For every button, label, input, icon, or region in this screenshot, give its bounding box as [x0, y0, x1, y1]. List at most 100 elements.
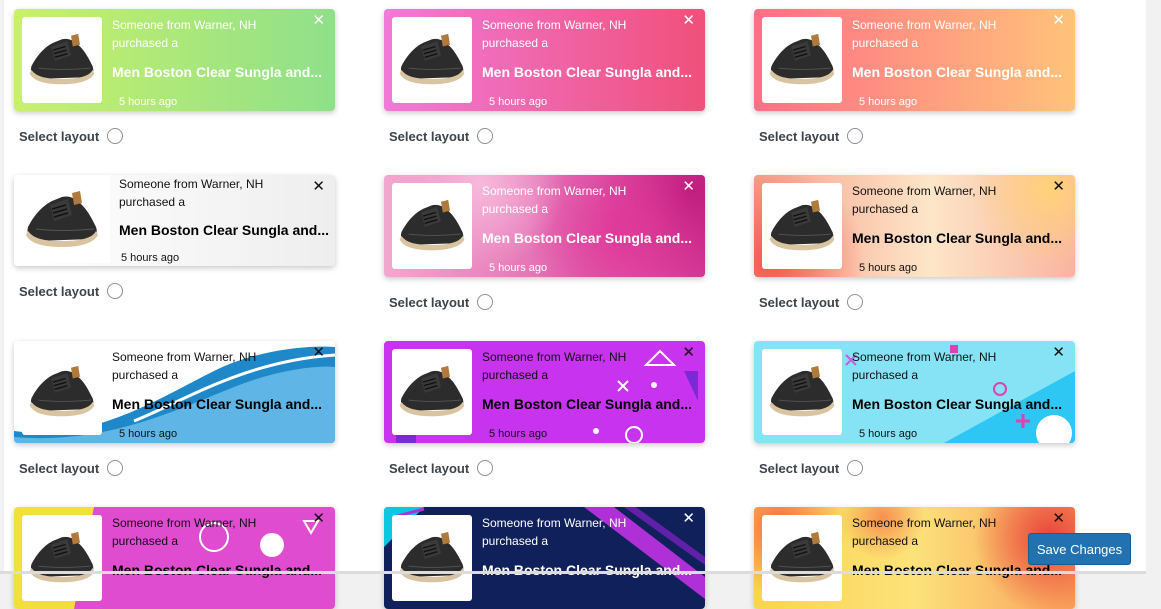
shoe-icon: [22, 185, 102, 255]
close-icon[interactable]: ✕: [312, 511, 325, 526]
purchased-text: purchased a: [852, 36, 919, 50]
select-layout-option: Select layout: [389, 460, 494, 476]
close-icon[interactable]: ✕: [312, 13, 325, 28]
close-icon[interactable]: ✕: [682, 13, 695, 28]
product-image: [392, 349, 472, 435]
buyer-location-text: Someone from Warner, NH: [112, 516, 257, 530]
buyer-location-text: Someone from Warner, NH: [482, 350, 627, 364]
layout-card-blue-waves[interactable]: Someone from Warner, NH purchased a Men …: [14, 341, 335, 443]
shoe-icon: [766, 525, 838, 591]
close-icon[interactable]: ✕: [312, 345, 325, 360]
product-image: [22, 17, 102, 103]
shoe-icon: [26, 359, 98, 425]
select-layout-option: Select layout: [759, 460, 864, 476]
product-name: Men Boston Clear Sungla and...: [852, 64, 1063, 80]
product-name: Men Boston Clear Sungla and...: [112, 562, 323, 578]
product-image: [762, 515, 842, 601]
layout-radio[interactable]: [477, 460, 494, 476]
time-ago: 5 hours ago: [489, 262, 548, 274]
select-layout-option: Select layout: [759, 128, 864, 144]
shoe-icon: [396, 359, 468, 425]
shoe-icon: [396, 27, 468, 93]
layout-radio[interactable]: [847, 460, 864, 476]
product-image: [762, 349, 842, 435]
layout-radio[interactable]: [477, 128, 494, 144]
close-icon[interactable]: ✕: [682, 511, 695, 526]
select-layout-label: Select layout: [389, 460, 470, 476]
purchased-text: purchased a: [112, 36, 179, 50]
buyer-location-text: Someone from Warner, NH: [112, 18, 257, 32]
purchased-text: purchased a: [119, 195, 186, 209]
layout-card-orange-gradient[interactable]: Someone from Warner, NH purchased a Men …: [754, 9, 1075, 111]
purchased-text: purchased a: [112, 368, 179, 382]
select-layout-option: Select layout: [759, 294, 864, 310]
time-ago: 5 hours ago: [119, 96, 178, 108]
layout-card-yellow-pink-memphis[interactable]: Someone from Warner, NH purchased a Men …: [14, 507, 335, 609]
close-icon[interactable]: ✕: [1052, 345, 1065, 360]
close-icon[interactable]: ✕: [312, 179, 325, 194]
select-layout-option: Select layout: [19, 283, 124, 299]
layout-radio[interactable]: [107, 128, 124, 144]
time-ago: 5 hours ago: [489, 96, 548, 108]
product-name: Men Boston Clear Sungla and...: [482, 64, 693, 80]
layout-radio[interactable]: [107, 460, 124, 476]
product-image: [762, 17, 842, 103]
buyer-location-text: Someone from Warner, NH: [112, 350, 257, 364]
select-layout-label: Select layout: [19, 460, 100, 476]
layout-card-cyan-memphis[interactable]: Someone from Warner, NH purchased a Men …: [754, 341, 1075, 443]
select-layout-option: Select layout: [19, 128, 124, 144]
save-changes-button[interactable]: Save Changes: [1028, 533, 1131, 565]
product-image: [762, 183, 842, 269]
time-ago: 5 hours ago: [489, 428, 548, 440]
select-layout-label: Select layout: [759, 128, 840, 144]
select-layout-label: Select layout: [759, 294, 840, 310]
time-ago: 5 hours ago: [859, 262, 918, 274]
purchased-text: purchased a: [482, 36, 549, 50]
time-ago: 5 hours ago: [859, 96, 918, 108]
close-icon[interactable]: ✕: [1052, 13, 1065, 28]
purchased-text: purchased a: [112, 534, 179, 548]
layout-card-summer-flowers[interactable]: Someone from Warner, NH purchased a Men …: [754, 507, 1075, 609]
select-layout-option: Select layout: [19, 460, 124, 476]
select-layout-label: Select layout: [389, 294, 470, 310]
layout-card-purple-memphis[interactable]: Someone from Warner, NH purchased a Men …: [384, 341, 705, 443]
select-layout-label: Select layout: [389, 128, 470, 144]
layout-radio[interactable]: [477, 294, 494, 310]
buyer-location-text: Someone from Warner, NH: [482, 184, 627, 198]
product-image: [22, 349, 102, 435]
buyer-location-text: Someone from Warner, NH: [482, 18, 627, 32]
shoe-icon: [766, 27, 838, 93]
select-layout-option: Select layout: [389, 128, 494, 144]
layout-radio[interactable]: [847, 128, 864, 144]
layout-card-green-gradient[interactable]: Someone from Warner, NH purchased a Men …: [14, 9, 335, 111]
purchased-text: purchased a: [852, 202, 919, 216]
time-ago: 5 hours ago: [859, 428, 918, 440]
product-name: Men Boston Clear Sungla and...: [482, 562, 693, 578]
page-scrollbar[interactable]: [1146, 0, 1161, 574]
buyer-location-text: Someone from Warner, NH: [482, 516, 627, 530]
layout-card-plain-light[interactable]: Someone from Warner, NH purchased a Men …: [14, 175, 335, 266]
shoe-icon: [766, 359, 838, 425]
close-icon[interactable]: ✕: [682, 345, 695, 360]
shoe-icon: [396, 193, 468, 259]
shoe-icon: [766, 193, 838, 259]
close-icon[interactable]: ✕: [1052, 511, 1065, 526]
purchased-text: purchased a: [852, 534, 919, 548]
layout-radio[interactable]: [847, 294, 864, 310]
shoe-icon: [396, 525, 468, 591]
layout-card-navy-diagonal[interactable]: Someone from Warner, NH purchased a Men …: [384, 507, 705, 609]
shoe-icon: [26, 27, 98, 93]
close-icon[interactable]: ✕: [682, 179, 695, 194]
shoe-icon: [26, 525, 98, 591]
select-layout-label: Select layout: [19, 283, 100, 299]
layout-card-pink-gradient[interactable]: Someone from Warner, NH purchased a Men …: [384, 9, 705, 111]
select-layout-label: Select layout: [759, 460, 840, 476]
layout-radio[interactable]: [107, 283, 124, 299]
layout-card-orchid-photo[interactable]: Someone from Warner, NH purchased a Men …: [384, 175, 705, 277]
product-name: Men Boston Clear Sungla and...: [119, 222, 330, 238]
layout-card-floral-pastel[interactable]: Someone from Warner, NH purchased a Men …: [754, 175, 1075, 277]
product-image: [14, 175, 110, 263]
buyer-location-text: Someone from Warner, NH: [852, 350, 997, 364]
product-name: Men Boston Clear Sungla and...: [112, 396, 323, 412]
close-icon[interactable]: ✕: [1052, 179, 1065, 194]
